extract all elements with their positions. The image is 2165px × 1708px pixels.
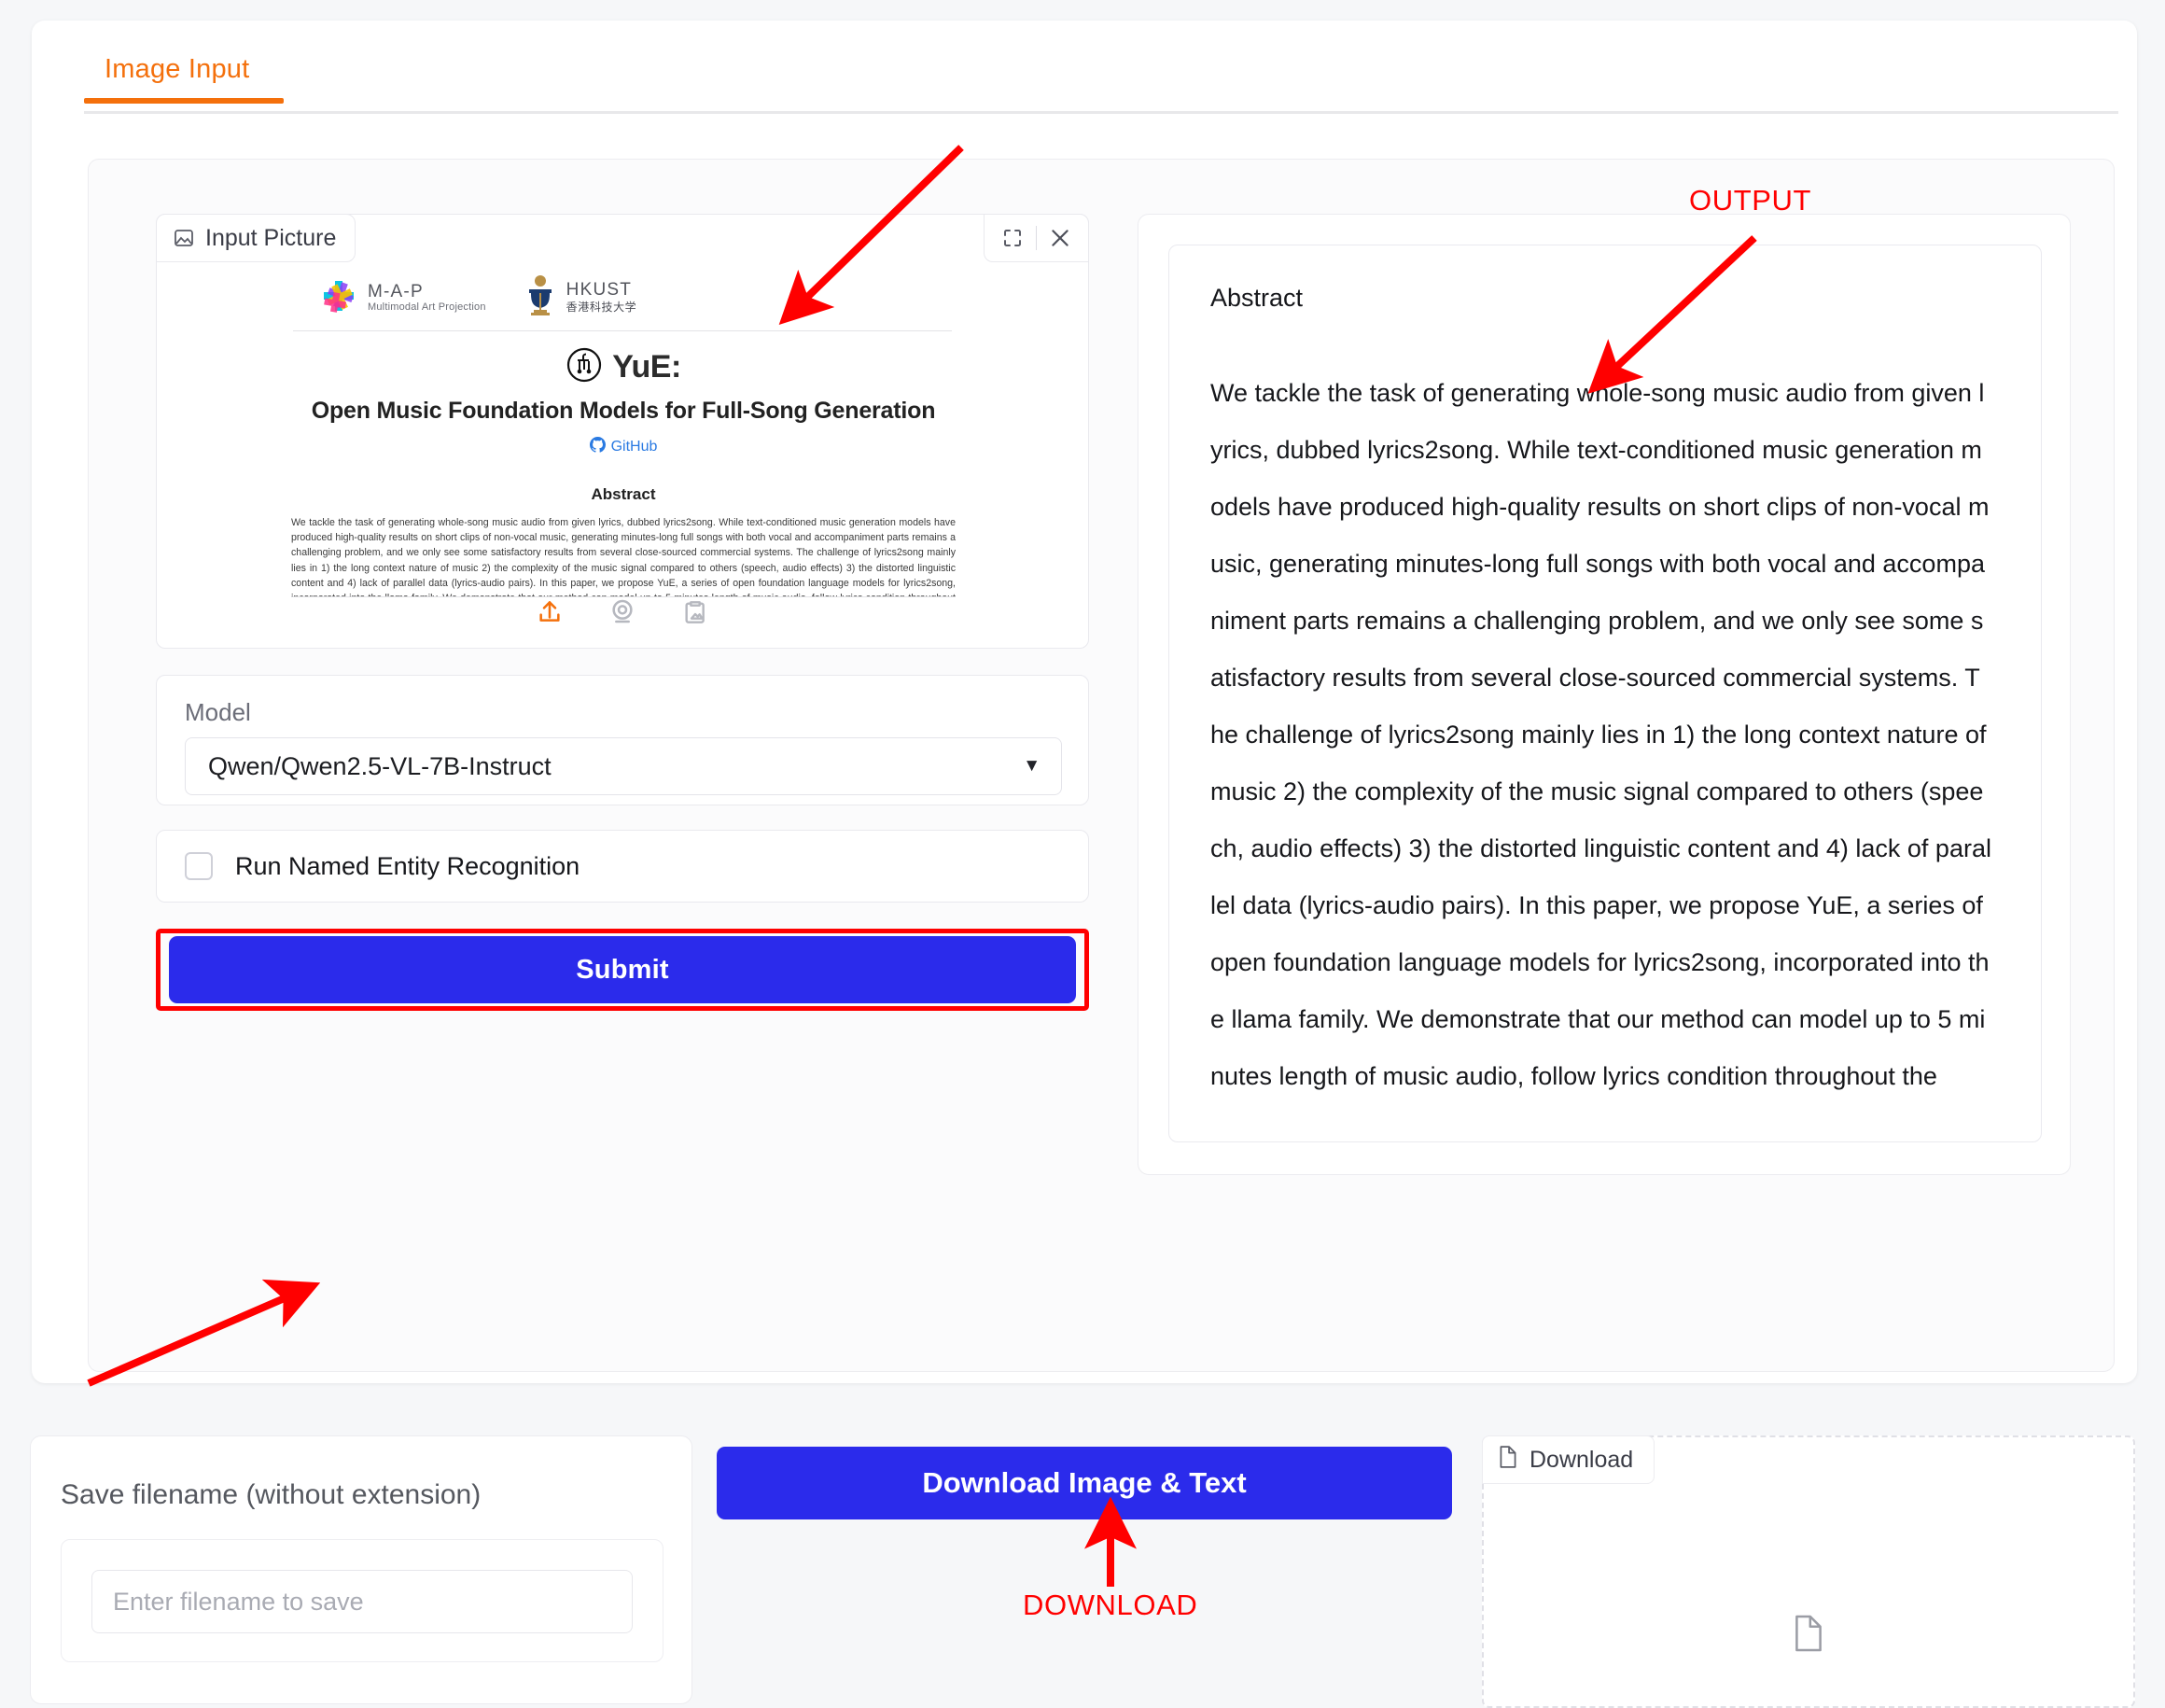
annotation-output-label: OUTPUT xyxy=(1689,184,1812,217)
arrow-to-output-text xyxy=(1587,235,1757,394)
image-icon xyxy=(173,227,195,249)
arrow-to-submit xyxy=(87,1279,321,1387)
fullscreen-icon[interactable] xyxy=(999,224,1027,252)
annotation-download-label: DOWNLOAD xyxy=(1023,1589,1198,1621)
input-picture-label-text: Input Picture xyxy=(205,224,337,251)
app-root: Image Input Input Picture M-A-P Multimod… xyxy=(0,0,2165,1708)
image-toolbar xyxy=(984,214,1089,262)
input-picture-label: Input Picture xyxy=(156,214,356,262)
arrow-to-input-picture xyxy=(778,145,964,326)
toolbar-divider xyxy=(1036,226,1037,250)
close-icon[interactable] xyxy=(1046,224,1074,252)
